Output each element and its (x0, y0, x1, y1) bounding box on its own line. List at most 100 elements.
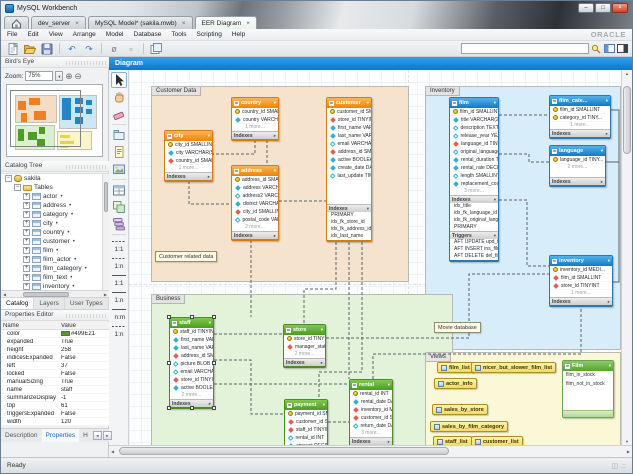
view-sales_by_store[interactable]: sales_by_store (432, 404, 488, 415)
tree-item-customer[interactable]: +customer• (1, 237, 109, 246)
pan-tool[interactable] (111, 89, 127, 105)
table-header[interactable]: country▾ (232, 98, 278, 108)
property-row[interactable]: triggersExpandedFalse (1, 410, 109, 418)
tree-item-address[interactable]: +address• (1, 201, 109, 210)
indexes-bar[interactable]: Indexes▸ (165, 172, 212, 180)
expand-icon[interactable]: + (23, 202, 30, 209)
section-row[interactable]: idx_fk_language_id (450, 210, 498, 217)
more-columns-label[interactable]: 2 more... (232, 224, 278, 231)
new-document-button[interactable] (5, 42, 21, 56)
collapse-arrow-icon[interactable]: ▾ (367, 100, 369, 106)
column-row[interactable]: replacement_cost D... (450, 180, 498, 188)
more-columns-label[interactable]: 1 more... (550, 122, 610, 129)
collapse-arrow-icon[interactable]: ▾ (601, 148, 603, 154)
indexes-bar[interactable]: Indexes▸ (550, 177, 605, 185)
horizontal-scrollbar[interactable]: ◀ ▶ (109, 445, 632, 457)
collapse-arrow-icon[interactable]: ▾ (609, 363, 611, 369)
image-tool[interactable] (111, 161, 127, 177)
indexes-bar[interactable]: Indexes▸ (350, 437, 392, 445)
tab-MySQL Model* (sakila.mwb)[interactable]: MySQL Model* (sakila.mwb)× (88, 16, 193, 29)
diagram-canvas[interactable]: Customer DataInventoryBusinessViewsCusto… (129, 70, 621, 445)
column-row[interactable]: language_id TINY... (550, 156, 605, 164)
more-columns-label[interactable]: 2 more... (284, 351, 325, 358)
column-row[interactable]: rental_duration TIN... (450, 156, 498, 164)
resize-grip-icon[interactable]: ◫ .:: (612, 462, 626, 470)
tab-home[interactable] (4, 16, 29, 29)
tab-close-icon[interactable]: × (244, 20, 250, 27)
indexes-bar[interactable]: Indexes▸ (232, 231, 278, 239)
toggle-sidebar-icon[interactable] (603, 43, 615, 54)
table-header[interactable]: payment▾ (285, 400, 327, 410)
table-country[interactable]: country▾country_id SMALLINTcountry VARCH… (231, 97, 279, 141)
indexes-bar[interactable]: Indexes▸ (550, 129, 610, 137)
relationship-tool-nm-4[interactable]: n:m (111, 305, 127, 321)
section-arrow-icon[interactable]: ▾ (367, 206, 369, 212)
property-row[interactable]: top61 (1, 402, 109, 410)
collapse-arrow-icon[interactable]: ▾ (208, 133, 210, 139)
scroll-left-icon[interactable]: ◀ (111, 449, 114, 454)
collapse-arrow-icon[interactable]: ▾ (494, 100, 496, 106)
note-customer-related-data[interactable]: Customer related data (155, 251, 217, 262)
section-bar-indexes[interactable]: Indexes▾ (327, 204, 371, 212)
menu-arrange[interactable]: Arrange (73, 31, 96, 38)
tree-item-inventory[interactable]: +inventory• (1, 282, 109, 290)
section-arrow-icon[interactable]: ▸ (608, 299, 610, 305)
section-row[interactable]: PRIMARY (327, 212, 371, 219)
column-row[interactable]: store_id TINYINT (550, 282, 612, 290)
section-bar-triggers[interactable]: Triggers▾ (450, 231, 498, 239)
column-row[interactable]: customer_id SMALL... (327, 108, 371, 116)
horizontal-scroll-thumb[interactable] (119, 447, 449, 455)
expand-icon[interactable]: + (23, 193, 30, 200)
vertical-scroll-thumb[interactable] (623, 86, 631, 154)
section-arrow-icon[interactable]: ▾ (494, 197, 496, 203)
zoom-value-box[interactable]: 75% (25, 71, 53, 81)
column-row[interactable]: manager_staff_id... (284, 343, 325, 351)
expand-icon[interactable]: + (23, 274, 30, 281)
tab-dev_server[interactable]: dev_server× (31, 16, 86, 29)
routine-group-header[interactable]: Film▾ (563, 361, 613, 371)
column-row[interactable]: create_date DATETI... (327, 164, 371, 172)
column-row[interactable]: city_id SMALLINT (232, 208, 278, 216)
selection-handle[interactable] (212, 315, 216, 319)
tree-horizontal-scrollbar[interactable]: ◀ ▶ (1, 290, 109, 298)
column-row[interactable]: city VARCHAR(50) (165, 149, 212, 157)
selection-handle[interactable] (167, 406, 171, 410)
table-header[interactable]: film_cate...▾ (550, 96, 610, 106)
tree-vertical-scrollbar[interactable] (102, 174, 109, 290)
column-row[interactable]: rental_id INT (285, 434, 327, 442)
bottom-tab-h[interactable]: H (79, 429, 92, 442)
scroll-up-icon[interactable]: ▲ (622, 71, 632, 76)
routine-row[interactable]: film_in_stock (563, 371, 613, 380)
section-arrow-icon[interactable]: ▾ (494, 233, 496, 239)
column-row[interactable]: country_id SMALLINT (232, 108, 278, 116)
expand-icon[interactable]: + (23, 247, 30, 254)
scroll-right-icon[interactable]: ▶ (104, 292, 107, 297)
section-arrow-icon[interactable]: ▸ (601, 179, 603, 185)
table-staff[interactable]: staff▾staff_id TINYINTfirst_name VARCH..… (169, 317, 214, 409)
column-row[interactable]: title VARCHAR(255) (450, 116, 498, 124)
section-row[interactable]: AFT UPDATE upd_film (450, 239, 498, 246)
column-row[interactable]: customer_id SMA... (285, 418, 327, 426)
table-header[interactable]: store▾ (284, 325, 325, 335)
property-row[interactable]: color#499E21 (1, 330, 109, 338)
more-columns-label[interactable]: 1 more... (165, 165, 212, 172)
column-row[interactable]: rental_rate DECIMA... (450, 164, 498, 172)
column-row[interactable]: film_id SMALLINT (550, 274, 612, 282)
section-row[interactable]: PRIMARY (450, 224, 498, 231)
menu-edit[interactable]: Edit (27, 31, 38, 38)
routine-group-film[interactable]: Film▾film_in_stockfilm_not_in_stock (562, 360, 614, 418)
titlebar[interactable]: MySQL Workbench –□× (1, 1, 632, 15)
column-row[interactable]: store_id TINYINT (170, 376, 213, 384)
relationship-tool-1n-3[interactable]: 1:n (111, 288, 127, 304)
column-row[interactable]: city_id SMALLINT (165, 141, 212, 149)
toggle-grid-button[interactable]: ▫ (123, 42, 139, 56)
relationship-tool-11-2[interactable]: 1:1 (111, 271, 127, 287)
tab-close-icon[interactable]: × (73, 20, 79, 27)
section-arrow-icon[interactable]: ▸ (606, 131, 608, 137)
property-row[interactable]: namestaff (1, 386, 109, 394)
panel-tab-layers[interactable]: Layers (34, 298, 65, 309)
toggle-output-icon[interactable] (616, 43, 628, 54)
relationship-tool-1n-1[interactable]: 1:n (111, 254, 127, 270)
selection-handle[interactable] (167, 315, 171, 319)
more-columns-label[interactable]: 3 more... (350, 430, 392, 437)
